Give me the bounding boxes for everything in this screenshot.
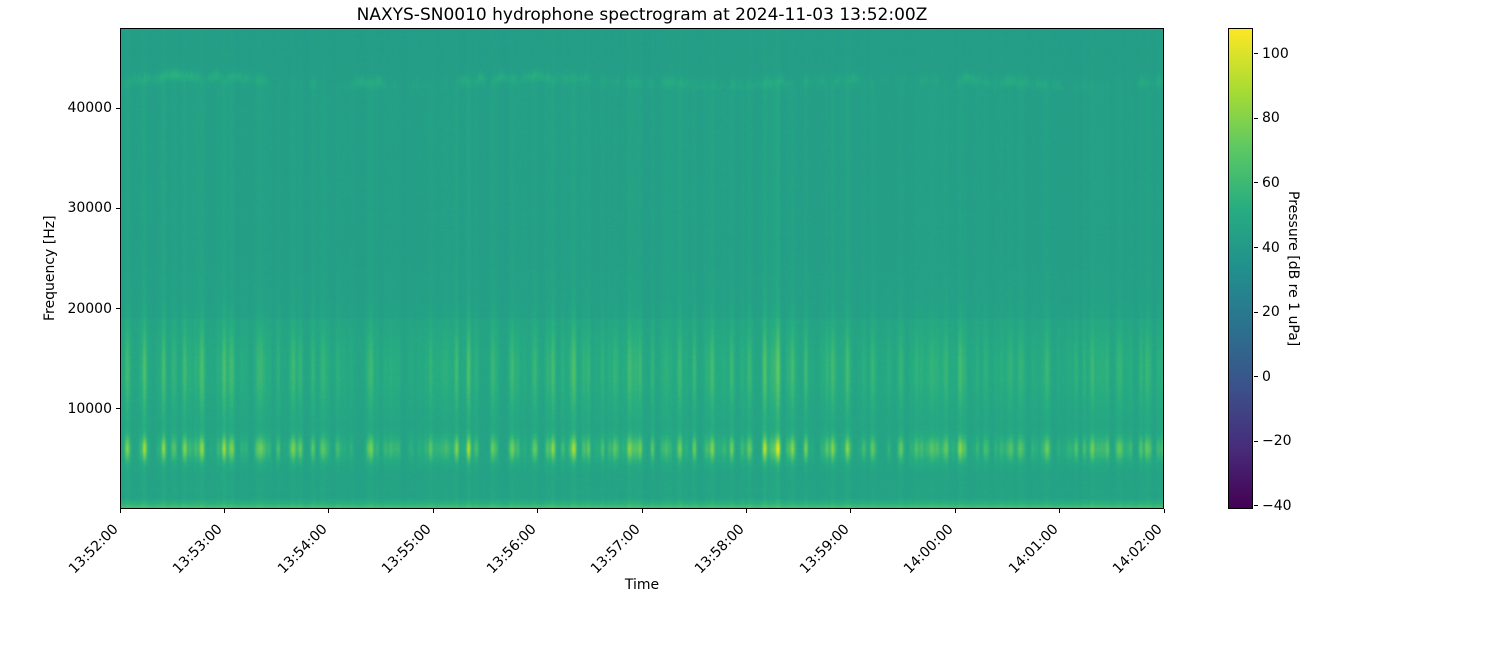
x-axis-label: Time [624,577,660,593]
colorbar-tick-mark [1254,311,1258,313]
x-tick-mark [223,509,225,513]
x-tick-mark [954,509,956,513]
spectrogram-heatmap [121,29,1163,508]
x-tick-mark [1059,509,1061,513]
y-tick-label: 30000 [67,200,112,217]
colorbar-tick-mark [1254,440,1258,442]
colorbar-tick-mark [1254,247,1258,249]
colorbar-tick-mark [1254,376,1258,378]
colorbar-tick-mark [1254,505,1258,507]
colorbar-tick-label: 0 [1262,368,1271,385]
spectrogram-figure: NAXYS-SN0010 hydrophone spectrogram at 2… [0,0,1500,600]
y-tick-label: 40000 [67,100,112,117]
x-tick-mark [328,509,330,513]
x-tick-mark [1163,509,1165,513]
y-tick-mark [116,107,120,109]
x-tick-mark [537,509,539,513]
x-tick-mark [119,509,121,513]
x-tick-mark [850,509,852,513]
chart-title: NAXYS-SN0010 hydrophone spectrogram at 2… [356,5,928,25]
y-tick-label: 20000 [67,300,112,317]
colorbar-tick-mark [1254,182,1258,184]
colorbar-label: Pressure [dB re 1 uPa] [1285,190,1301,347]
y-tick-label: 10000 [67,400,112,417]
colorbar-tick-label: 60 [1262,174,1280,191]
x-tick-mark [641,509,643,513]
colorbar-tick-mark [1254,53,1258,55]
colorbar-tick-mark [1254,117,1258,119]
colorbar [1228,28,1253,509]
colorbar-tick-label: 40 [1262,239,1280,256]
x-tick-label: 13:52:00 [65,521,122,578]
y-tick-mark [116,408,120,410]
y-tick-mark [116,308,120,310]
colorbar-tick-label: 80 [1262,110,1280,127]
y-tick-mark [116,207,120,209]
x-tick-mark [745,509,747,513]
colorbar-tick-label: 20 [1262,304,1280,321]
x-tick-mark [432,509,434,513]
plot-area [120,28,1164,509]
